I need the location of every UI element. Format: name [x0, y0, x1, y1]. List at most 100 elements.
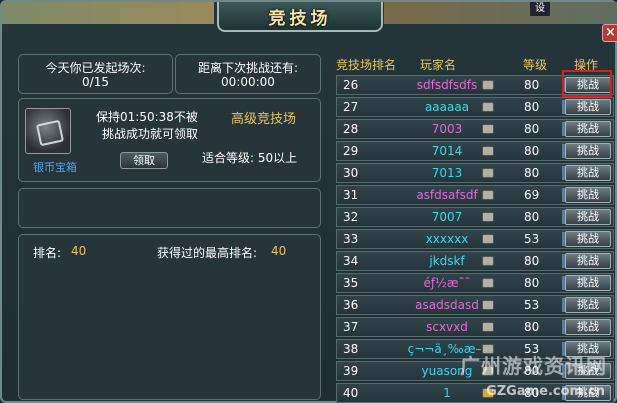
challenge-button[interactable]: 挑战: [562, 99, 611, 115]
close-button[interactable]: ×: [602, 24, 617, 42]
row-rank: 38: [343, 342, 359, 356]
best-rank-label: 获得过的最高排名:: [157, 246, 258, 260]
row-player-name: asfdsafsdf: [416, 188, 478, 202]
reward-item-name: 银币宝箱: [33, 161, 77, 174]
row-level: 80: [524, 276, 540, 290]
row-level: 80: [524, 254, 540, 268]
table-row: 27 aaaaaa 80 挑战: [336, 97, 614, 117]
row-rank: 29: [343, 144, 359, 158]
challenge-button[interactable]: 挑战: [562, 275, 611, 291]
arena-window: 竞技场 设 × 今天你已发起场次: 0/15 距离下次挑战还有: 00:00:0…: [0, 0, 617, 403]
row-rank: 34: [343, 254, 359, 268]
my-rank-panel: 排名: 40 获得过的最高排名: 40: [18, 234, 321, 400]
row-rank: 31: [343, 188, 359, 202]
title-bar-right: [384, 2, 617, 24]
row-player-name: éƒ½æ˜¯: [423, 276, 471, 290]
row-player-name: scxvxd: [426, 320, 468, 334]
challenge-button[interactable]: 挑战: [562, 121, 611, 137]
header-action: 操作: [574, 58, 599, 72]
best-rank-value: 40: [271, 244, 287, 258]
chest-icon: [482, 256, 494, 266]
challenge-button[interactable]: 挑战: [562, 209, 611, 225]
header-level: 等级: [523, 58, 548, 72]
row-player-name: 7003: [431, 122, 463, 136]
row-rank: 35: [343, 276, 359, 290]
watermark-text: 广州游戏资讯网: [460, 354, 607, 378]
row-rank: 27: [343, 100, 359, 114]
row-player-name: xxxxxx: [425, 232, 469, 246]
row-player-name: jkdskf: [429, 254, 465, 268]
challenge-button[interactable]: 挑战: [562, 165, 611, 181]
table-row: 35 éƒ½æ˜¯ 80 挑战: [336, 273, 614, 293]
row-player-name: 7007: [431, 210, 463, 224]
silver-chest-icon[interactable]: [25, 108, 71, 154]
row-level: 80: [524, 320, 540, 334]
chest-icon: [482, 80, 494, 90]
row-rank: 28: [343, 122, 359, 136]
table-row: 33 xxxxxx 53 挑战: [336, 229, 614, 249]
chest-icon: [482, 190, 494, 200]
launched-label: 今天你已发起场次:: [45, 61, 146, 75]
challenge-button[interactable]: 挑战: [562, 297, 611, 313]
reward-line-1: 保持01:50:38不被: [96, 110, 198, 124]
row-rank: 33: [343, 232, 359, 246]
settings-badge[interactable]: 设: [530, 2, 550, 16]
chest-icon: [482, 102, 494, 112]
title-bar-left: [2, 2, 214, 24]
next-challenge-value: 00:00:00: [221, 75, 275, 89]
title-plate: 竞技场: [217, 2, 383, 32]
watermark-url: GZGame.com.cn: [486, 384, 605, 399]
table-row: 30 7013 80 挑战: [336, 163, 614, 183]
row-level: 80: [524, 144, 540, 158]
row-player-name: sdfsdfsdfs: [416, 78, 478, 92]
row-player-name: 7014: [431, 144, 463, 158]
challenge-button[interactable]: 挑战: [562, 253, 611, 269]
row-player-name: aaaaaa: [424, 100, 470, 114]
row-level: 53: [524, 298, 540, 312]
row-level: 80: [524, 210, 540, 224]
row-rank: 36: [343, 298, 359, 312]
rank-value: 40: [71, 244, 87, 258]
header-rank: 竞技场排名: [336, 58, 397, 72]
table-row: 32 7007 80 挑战: [336, 207, 614, 227]
row-rank: 32: [343, 210, 359, 224]
row-level: 80: [524, 78, 540, 92]
table-row: 31 asfdsafsdf 69 挑战: [336, 185, 614, 205]
row-level: 80: [524, 122, 540, 136]
row-player-name: 7013: [431, 166, 463, 180]
level-requirement: 适合等级: 50以上: [202, 151, 298, 165]
chest-icon: [482, 168, 494, 178]
chest-icon: [482, 146, 494, 156]
launched-panel: 今天你已发起场次: 0/15: [18, 54, 173, 94]
challenge-button[interactable]: 挑战: [562, 187, 611, 203]
timer-panel: 距离下次挑战还有: 00:00:00: [175, 54, 321, 94]
row-rank: 37: [343, 320, 359, 334]
row-level: 53: [524, 232, 540, 246]
reward-tier: 高级竞技场: [231, 112, 297, 127]
table-row: 36 asadsdasd 53 挑战: [336, 295, 614, 315]
challenge-button[interactable]: 挑战: [562, 143, 611, 159]
next-challenge-label: 距离下次挑战还有:: [197, 61, 299, 75]
rank-label: 排名:: [33, 246, 62, 260]
chest-icon: [482, 278, 494, 288]
row-level: 69: [524, 188, 540, 202]
chest-icon: [482, 124, 494, 134]
row-rank: 40: [343, 386, 359, 400]
table-row: 29 7014 80 挑战: [336, 141, 614, 161]
row-level: 80: [524, 166, 540, 180]
window-title: 竞技场: [268, 8, 332, 29]
row-rank: 26: [343, 78, 359, 92]
claim-button[interactable]: 领取: [120, 152, 168, 169]
table-row: 34 jkdskf 80 挑战: [336, 251, 614, 271]
header-name: 玩家名: [420, 58, 457, 72]
challenge-button[interactable]: 挑战: [562, 319, 611, 335]
row-rank: 39: [343, 364, 359, 378]
challenge-button[interactable]: 挑战: [562, 77, 611, 93]
row-level: 80: [524, 100, 540, 114]
table-row: 37 scxvxd 80 挑战: [336, 317, 614, 337]
challenge-button[interactable]: 挑战: [562, 231, 611, 247]
table-row: 26 sdfsdfsdfs 80 挑战: [336, 75, 614, 95]
reward-line-2: 挑战成功就可领取: [102, 127, 199, 141]
chest-icon: [482, 322, 494, 332]
table-row: 28 7003 80 挑战: [336, 119, 614, 139]
